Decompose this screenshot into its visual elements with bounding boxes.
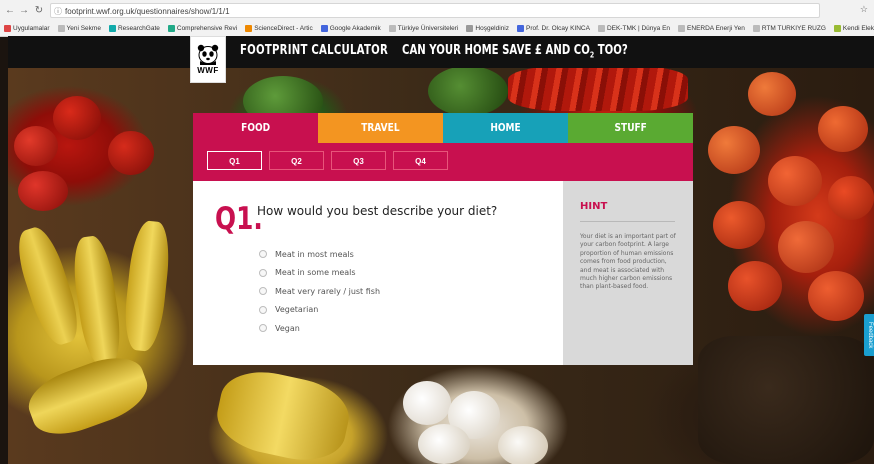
answer-option[interactable]: Vegan: [259, 319, 380, 338]
bookmark-label: Uygulamalar: [13, 24, 50, 32]
address-text: footprint.wwf.org.uk/questionnaires/show…: [65, 7, 230, 16]
bookmark-favicon-icon: [678, 24, 686, 32]
answer-options: Meat in most meals Meat in some meals Meat…: [259, 245, 380, 338]
bookmark-favicon-icon: [245, 24, 253, 32]
answer-option-label: Meat in most meals: [275, 249, 354, 259]
radio-button[interactable]: [259, 324, 267, 333]
hint-panel: HINT Your diet is an important part of y…: [563, 181, 693, 365]
site-tagline: CAN YOUR HOME SAVE £ AND CO2 TOO?: [402, 43, 628, 60]
radio-button[interactable]: [259, 305, 267, 314]
tab-food[interactable]: FOOD: [193, 113, 318, 143]
answer-option-label: Meat in some meals: [275, 268, 356, 278]
radio-button[interactable]: [259, 268, 267, 277]
back-icon[interactable]: ←: [4, 4, 16, 18]
bookmarks-bar: Uygulamalar Yeni Sekme ResearchGate Compreh…: [0, 21, 874, 35]
browser-chrome: ← → ↻ ⓘ footprint.wwf.org.uk/questionnai…: [0, 0, 874, 37]
hint-divider: [580, 221, 675, 222]
site-header: FOOTPRINT CALCULATOR CAN YOUR HOME SAVE …: [8, 36, 874, 68]
bookmark-label: Kendi Elektriğini Kur: [842, 24, 874, 32]
reload-icon[interactable]: ↻: [33, 4, 45, 18]
tab-label: FOOD: [240, 121, 270, 134]
question-pill-q4[interactable]: Q4: [393, 151, 448, 170]
answer-option[interactable]: Meat very rarely / just fish: [259, 282, 380, 301]
question-pill-q3[interactable]: Q3: [331, 151, 386, 170]
bookmark-item[interactable]: Prof. Dr. Olcay KINCA: [517, 24, 590, 32]
hint-text: Your diet is an important part of your c…: [580, 233, 676, 291]
bookmark-label: Yeni Sekme: [66, 24, 101, 32]
info-icon[interactable]: ⓘ: [54, 4, 62, 19]
tab-travel[interactable]: TRAVEL: [318, 113, 443, 143]
question-pill-q1[interactable]: Q1: [207, 151, 262, 170]
bookmark-favicon-icon: [167, 24, 175, 32]
answer-option-label: Vegetarian: [275, 305, 319, 315]
bookmark-favicon-icon: [597, 24, 605, 32]
bookmark-item[interactable]: Yeni Sekme: [57, 24, 101, 32]
bookmark-star-icon[interactable]: ☆: [860, 4, 868, 15]
bookmark-label: ResearchGate: [117, 24, 160, 32]
bookmark-favicon-icon: [517, 24, 524, 32]
bookmark-item[interactable]: DEK-TMK | Dünya En: [597, 24, 671, 32]
bookmark-label: RTM TURKIYE RUZG: [761, 24, 826, 32]
radio-button[interactable]: [259, 250, 267, 259]
bookmark-item[interactable]: Comprehensive Revi: [167, 24, 238, 32]
answer-option-label: Meat very rarely / just fish: [275, 286, 381, 296]
radio-button[interactable]: [259, 287, 267, 296]
bookmark-item[interactable]: Kendi Elektriğini Kur: [833, 24, 874, 32]
bookmark-label: DEK-TMK | Dünya En: [606, 24, 671, 32]
bookmark-label: Google Akademik: [329, 24, 381, 32]
bookmark-item[interactable]: Türkiye Üniversiteleri: [388, 24, 459, 32]
address-row: ← → ↻ ⓘ footprint.wwf.org.uk/questionnai…: [0, 3, 874, 19]
bookmark-favicon-icon: [752, 24, 760, 32]
bookmark-favicon-icon: [466, 24, 474, 32]
bookmark-item[interactable]: ENERDA Enerji Yen: [678, 24, 745, 32]
bookmark-item[interactable]: Hoşgeldiniz: [466, 24, 509, 32]
site-title[interactable]: FOOTPRINT CALCULATOR: [240, 43, 388, 58]
bookmark-item[interactable]: ResearchGate: [108, 24, 160, 32]
bookmark-item[interactable]: ScienceDirect - Artic: [245, 24, 313, 32]
page: FOOTPRINT CALCULATOR CAN YOUR HOME SAVE …: [8, 36, 874, 464]
bookmark-label: ScienceDirect - Artic: [254, 24, 313, 32]
bookmark-favicon-icon: [108, 24, 116, 32]
question-text: How would you best describe your diet?: [257, 204, 498, 218]
bookmark-label: Hoşgeldiniz: [475, 24, 509, 32]
tab-label: HOME: [490, 121, 521, 134]
wwf-logo[interactable]: WWF: [190, 36, 226, 83]
bookmark-label: Prof. Dr. Olcay KINCA: [526, 24, 590, 32]
bookmark-favicon-icon: [4, 24, 11, 32]
answer-option[interactable]: Meat in some meals: [259, 264, 380, 283]
feedback-tab[interactable]: Feedback: [864, 314, 874, 356]
bookmark-favicon-icon: [833, 24, 841, 32]
bookmark-label: Comprehensive Revi: [176, 24, 238, 32]
bookmark-favicon-icon: [320, 24, 328, 32]
forward-icon[interactable]: →: [18, 4, 30, 18]
bookmark-favicon-icon: [388, 24, 396, 32]
question-pill-q2[interactable]: Q2: [269, 151, 324, 170]
bookmark-item[interactable]: Uygulamalar: [4, 24, 50, 32]
tab-stuff[interactable]: STUFF: [568, 113, 693, 143]
tab-label: STUFF: [614, 121, 647, 134]
hint-title: HINT: [580, 201, 608, 212]
bookmark-item[interactable]: RTM TURKIYE RUZG: [752, 24, 826, 32]
wwf-logo-text: WWF: [197, 66, 219, 75]
bookmark-favicon-icon: [57, 24, 65, 32]
question-nav: Q1 Q2 Q3 Q4: [193, 143, 693, 181]
bookmark-label: ENERDA Enerji Yen: [687, 24, 745, 32]
panda-icon: [197, 44, 219, 65]
answer-option[interactable]: Meat in most meals: [259, 245, 380, 264]
bookmark-item[interactable]: Google Akademik: [320, 24, 381, 32]
address-bar[interactable]: ⓘ footprint.wwf.org.uk/questionnaires/sh…: [50, 3, 820, 18]
tab-home[interactable]: HOME: [443, 113, 568, 143]
tab-label: TRAVEL: [361, 121, 400, 134]
bookmark-label: Türkiye Üniversiteleri: [397, 24, 459, 32]
question-card: Q1. How would you best describe your die…: [193, 181, 563, 365]
answer-option-label: Vegan: [275, 323, 300, 333]
category-tabs: FOOD TRAVEL HOME STUFF: [193, 113, 693, 143]
question-number: Q1.: [215, 201, 263, 237]
answer-option[interactable]: Vegetarian: [259, 301, 380, 320]
